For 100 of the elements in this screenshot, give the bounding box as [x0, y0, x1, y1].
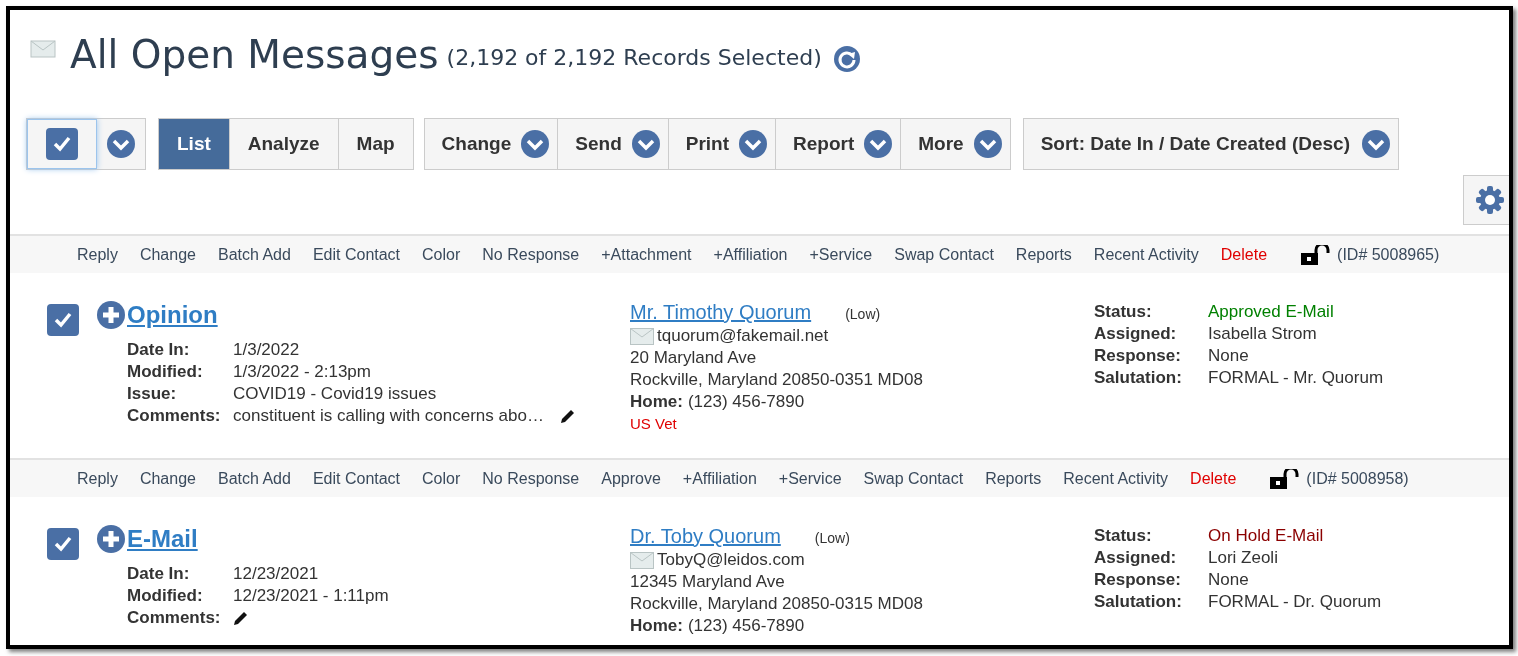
action-link[interactable]: Recent Activity: [1093, 242, 1199, 267]
action-link[interactable]: Change: [139, 466, 196, 491]
action-link[interactable]: +Service: [778, 466, 842, 491]
record-checkbox[interactable]: [47, 528, 79, 560]
pencil-icon[interactable]: [233, 610, 249, 626]
checkmark-icon: [53, 310, 73, 330]
chevron-down-icon: [739, 130, 767, 158]
address-line: Rockville, Maryland 20850-0315 MD08: [630, 593, 923, 615]
detail-value: Isabella Strom: [1208, 323, 1317, 345]
pencil-icon[interactable]: [559, 408, 576, 424]
address-line: 12345 Maryland Ave: [630, 571, 785, 593]
checkmark-icon: [52, 134, 72, 154]
action-link[interactable]: Recent Activity: [1063, 466, 1169, 491]
action-link[interactable]: Swap Contact: [863, 466, 964, 491]
action-link[interactable]: Batch Add: [217, 242, 291, 267]
view-tab[interactable]: List: [159, 119, 229, 169]
menu-button[interactable]: Report: [775, 119, 901, 169]
address-line: 20 Maryland Ave: [630, 347, 757, 369]
chevron-down-icon: [973, 130, 1002, 158]
detail-value: Approved E-Mail: [1208, 301, 1334, 323]
menu-button[interactable]: Change: [424, 119, 558, 169]
action-link[interactable]: Swap Contact: [894, 242, 994, 267]
action-link[interactable]: Approve: [601, 466, 661, 491]
phone-number: (123) 456-7890: [687, 391, 805, 413]
contact-name-link[interactable]: Mr. Timothy Quorum: [630, 301, 812, 323]
chevron-down-icon: [864, 130, 893, 158]
sort-button[interactable]: Sort: Date In / Date Created (Desc): [1022, 118, 1399, 170]
refresh-icon[interactable]: [833, 46, 860, 72]
field-value: 1/3/2022: [233, 339, 300, 361]
record-type-link[interactable]: Opinion: [127, 304, 218, 326]
action-link[interactable]: Reports: [985, 466, 1042, 491]
menu-button[interactable]: Print: [667, 119, 775, 169]
address-line: Rockville, Maryland 20850-0351 MD08: [630, 369, 923, 391]
action-link[interactable]: Reply: [77, 466, 118, 491]
field-label: Date In:: [127, 339, 191, 361]
plus-circle-icon[interactable]: [97, 301, 125, 329]
priority-label: (Low): [814, 529, 850, 548]
field-label: Modified:: [127, 585, 204, 607]
detail-label: Salutation:: [1094, 591, 1183, 613]
chevron-down-icon: [107, 130, 135, 158]
action-link[interactable]: No Response: [482, 466, 580, 491]
view-tab[interactable]: Map: [337, 119, 413, 169]
detail-value: FORMAL - Mr. Quorum: [1208, 367, 1384, 389]
envelope-icon: [630, 551, 654, 569]
field-label: Comments:: [127, 607, 222, 629]
record-count: (2,192 of 2,192 Records Selected): [446, 44, 822, 72]
detail-value: Lori Zeoli: [1208, 547, 1278, 569]
select-all-checkbox[interactable]: [46, 128, 78, 160]
detail-value: On Hold E-Mail: [1208, 525, 1324, 547]
action-link[interactable]: +Attachment: [601, 242, 692, 267]
action-link[interactable]: Delete: [1220, 242, 1268, 267]
detail-value: FORMAL - Dr. Quorum: [1208, 591, 1382, 613]
phone-label: Home:: [630, 391, 683, 413]
action-link[interactable]: No Response: [482, 242, 580, 267]
detail-label: Assigned:: [1094, 547, 1178, 569]
padlock-icon[interactable]: [1301, 244, 1332, 265]
contact-tag: US Vet: [630, 413, 677, 435]
plus-circle-icon[interactable]: [97, 525, 125, 553]
action-link[interactable]: Batch Add: [217, 466, 291, 491]
contact-email: TobyQ@leidos.com: [657, 549, 805, 571]
checkmark-icon: [53, 534, 73, 554]
detail-value: None: [1208, 345, 1249, 367]
field-label: Date In:: [127, 563, 191, 585]
field-label: Issue:: [127, 383, 178, 405]
action-link[interactable]: Edit Contact: [312, 242, 401, 267]
action-link[interactable]: Delete: [1190, 466, 1237, 491]
action-link[interactable]: Change: [139, 242, 196, 267]
action-link[interactable]: +Affiliation: [682, 466, 757, 491]
detail-label: Assigned:: [1094, 323, 1178, 345]
detail-label: Response:: [1094, 569, 1182, 591]
menu-button[interactable]: More: [900, 119, 1010, 169]
action-link[interactable]: +Service: [809, 242, 873, 267]
field-value: constituent is calling with concerns abo…: [233, 405, 544, 427]
contact-name-link[interactable]: Dr. Toby Quorum: [630, 525, 781, 547]
record-type-link[interactable]: E-Mail: [127, 528, 198, 550]
action-link[interactable]: Reply: [77, 242, 118, 267]
detail-label: Response:: [1094, 345, 1182, 367]
action-link[interactable]: Color: [422, 466, 461, 491]
field-label: Comments:: [127, 405, 222, 427]
record-checkbox[interactable]: [47, 304, 79, 336]
detail-label: Status:: [1094, 525, 1153, 547]
action-link[interactable]: +Affiliation: [713, 242, 788, 267]
record-id: (ID# 5008958): [1306, 468, 1409, 489]
view-tab[interactable]: Analyze: [228, 119, 338, 169]
menu-button[interactable]: Send: [557, 119, 668, 169]
envelope-icon: [30, 40, 56, 58]
page-title: All Open Messages: [70, 32, 439, 78]
settings-button[interactable]: [1463, 175, 1509, 225]
contact-email: tquorum@fakemail.net: [657, 325, 829, 347]
action-link[interactable]: Color: [422, 242, 461, 267]
field-value: 12/23/2021: [233, 563, 319, 585]
detail-label: Status:: [1094, 301, 1153, 323]
envelope-icon: [630, 327, 654, 345]
action-link[interactable]: Edit Contact: [312, 466, 401, 491]
priority-label: (Low): [845, 305, 881, 324]
field-value: 12/23/2021 - 1:11pm: [233, 585, 389, 607]
phone-label: Home:: [630, 615, 683, 637]
settings-icon: [1476, 186, 1504, 214]
padlock-icon[interactable]: [1270, 468, 1301, 489]
action-link[interactable]: Reports: [1015, 242, 1072, 267]
